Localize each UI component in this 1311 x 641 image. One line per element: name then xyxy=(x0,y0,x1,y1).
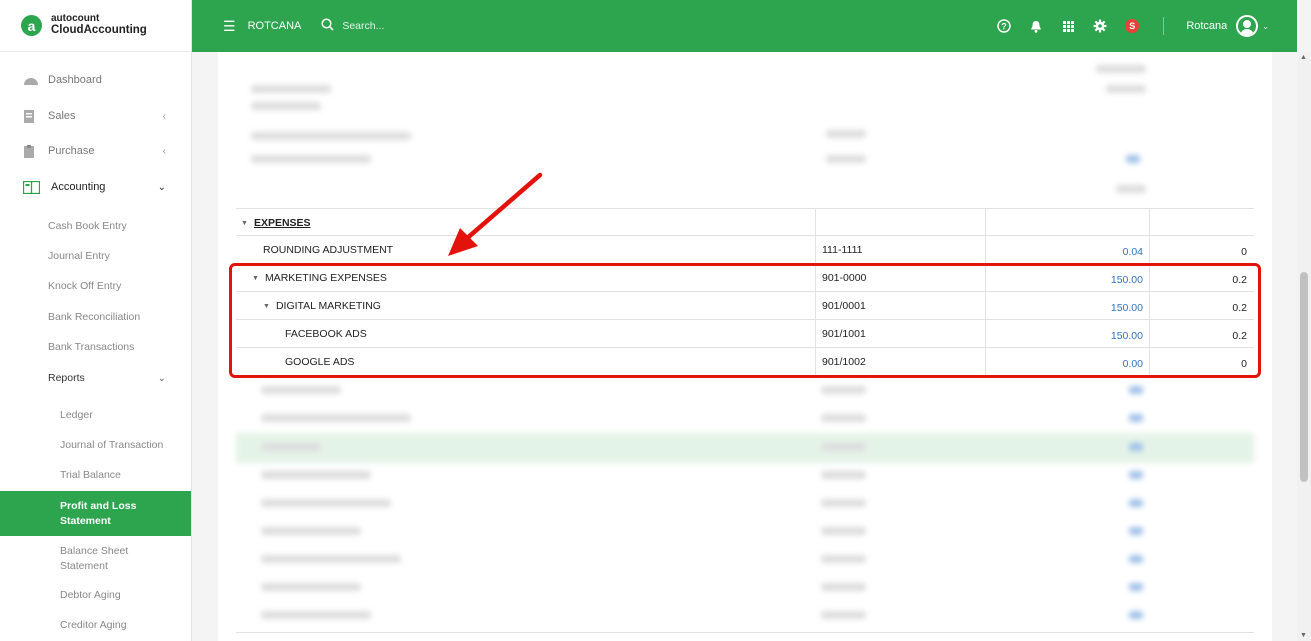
sidebar-item-accounting[interactable]: Accounting ⌄ xyxy=(0,170,191,204)
sales-icon xyxy=(23,110,37,123)
scrollbar-thumb[interactable] xyxy=(1300,272,1308,482)
logo-brand: autocount xyxy=(51,13,100,24)
menu-icon[interactable]: ☰ xyxy=(223,18,236,35)
sidebar-item-ledger[interactable]: Ledger xyxy=(0,400,191,430)
amount-link[interactable]: 0.04 xyxy=(1123,246,1143,258)
user-name[interactable]: Rotcana xyxy=(1186,20,1227,32)
sidebar-item-label: Reports xyxy=(48,372,85,384)
notification-badge[interactable]: S xyxy=(1125,19,1140,33)
sidebar-item-profit-and-loss[interactable]: Profit and Loss Statement xyxy=(0,491,191,536)
sidebar-item-purchase[interactable]: Purchase ‹ xyxy=(0,134,191,168)
accounting-icon xyxy=(22,180,41,195)
annotation-arrow-icon xyxy=(448,172,543,256)
sidebar-item-label: Sales xyxy=(48,110,76,122)
sidebar-item-journal-entry[interactable]: Journal Entry xyxy=(0,241,191,271)
section-title: EXPENSES xyxy=(253,217,311,229)
sidebar-item-creditor-aging[interactable]: Creditor Aging xyxy=(0,610,191,640)
account-name: ROUNDING ADJUSTMENT xyxy=(263,244,394,256)
table-section-header: ▼ EXPENSES xyxy=(236,208,1254,237)
sidebar-item-dashboard[interactable]: Dashboard xyxy=(0,63,191,97)
top-bar: ☰ ROTCANA ? S Rotcana ⌄ xyxy=(192,0,1297,52)
company-name[interactable]: ROTCANA xyxy=(248,20,302,32)
sidebar-item-trial-balance[interactable]: Trial Balance xyxy=(0,460,191,490)
collapse-toggle-icon[interactable]: ▼ xyxy=(241,220,248,227)
apps-grid-icon[interactable] xyxy=(1061,19,1075,33)
chevron-down-icon[interactable]: ⌄ xyxy=(1262,22,1269,31)
search-icon[interactable] xyxy=(321,18,334,34)
sidebar-item-cash-book-entry[interactable]: Cash Book Entry xyxy=(0,211,191,241)
divider xyxy=(1163,17,1165,35)
scroll-down-icon[interactable]: ▼ xyxy=(1300,632,1307,639)
sidebar-item-label: Accounting xyxy=(51,181,106,193)
sidebar: a autocount CloudAccounting Dashboard Sa… xyxy=(0,0,192,641)
avatar[interactable] xyxy=(1236,15,1259,37)
purchase-icon xyxy=(23,145,37,158)
percentage: 0 xyxy=(1241,246,1247,258)
highlight-box xyxy=(229,263,1261,378)
sidebar-item-label: Balance Sheet Statement xyxy=(60,544,129,572)
dashboard-icon xyxy=(23,74,38,86)
sidebar-item-bank-reconciliation[interactable]: Bank Reconciliation xyxy=(0,302,191,332)
chevron-down-icon: ⌄ xyxy=(157,372,166,384)
blurred-report-rows xyxy=(236,380,1254,641)
bell-icon[interactable] xyxy=(1029,19,1043,33)
sidebar-item-label: Purchase xyxy=(48,145,95,157)
blurred-report-header xyxy=(236,60,1254,208)
gear-icon[interactable] xyxy=(1093,19,1107,33)
sidebar-item-label: Profit and Loss Statement xyxy=(60,499,137,527)
chevron-left-icon: ‹ xyxy=(162,145,166,157)
sidebar-item-label: Dashboard xyxy=(48,74,102,86)
help-icon[interactable]: ? xyxy=(997,19,1012,33)
scroll-up-icon[interactable]: ▲ xyxy=(1300,54,1307,61)
table-bottom-border xyxy=(236,632,1254,633)
sidebar-item-sales[interactable]: Sales ‹ xyxy=(0,99,191,133)
account-code: 111-1111 xyxy=(822,244,863,256)
sidebar-item-journal-of-transaction[interactable]: Journal of Transaction xyxy=(0,430,191,460)
sidebar-item-bank-transactions[interactable]: Bank Transactions xyxy=(0,332,191,362)
page-scrollbar[interactable]: ▲ ▼ xyxy=(1297,52,1311,641)
sidebar-item-knock-off-entry[interactable]: Knock Off Entry xyxy=(0,271,191,301)
table-row: ROUNDING ADJUSTMENT 111-1111 0.04 0 xyxy=(236,236,1254,264)
sidebar-item-reports[interactable]: Reports ⌄ xyxy=(0,363,191,393)
svg-text:?: ? xyxy=(1002,21,1008,31)
logo-product: CloudAccounting xyxy=(51,24,147,36)
sidebar-item-debtor-aging[interactable]: Debtor Aging xyxy=(0,580,191,610)
logo-badge: a xyxy=(21,15,42,36)
app-logo[interactable]: a autocount CloudAccounting xyxy=(0,0,191,52)
sidebar-item-balance-sheet[interactable]: Balance Sheet Statement xyxy=(0,536,191,581)
chevron-left-icon: ‹ xyxy=(162,110,166,122)
search-input[interactable] xyxy=(342,20,523,32)
chevron-down-icon: ⌄ xyxy=(157,181,166,193)
